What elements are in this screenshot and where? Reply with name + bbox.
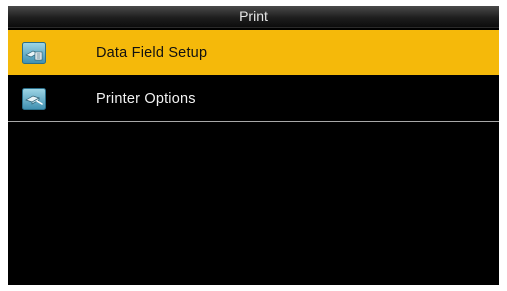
data-field-icon (22, 41, 46, 64)
menu-item-printer-options[interactable]: Printer Options (8, 77, 499, 122)
menu-item-data-field-setup[interactable]: Data Field Setup (8, 30, 499, 75)
page-title: Print (239, 8, 268, 24)
device-screen: Print Data Field Setup Printer Options (8, 6, 499, 285)
printer-options-icon (22, 88, 46, 110)
menu-item-label: Data Field Setup (96, 44, 208, 61)
menu-item-label: Printer Options (96, 91, 196, 107)
title-bar: Print (8, 6, 499, 28)
